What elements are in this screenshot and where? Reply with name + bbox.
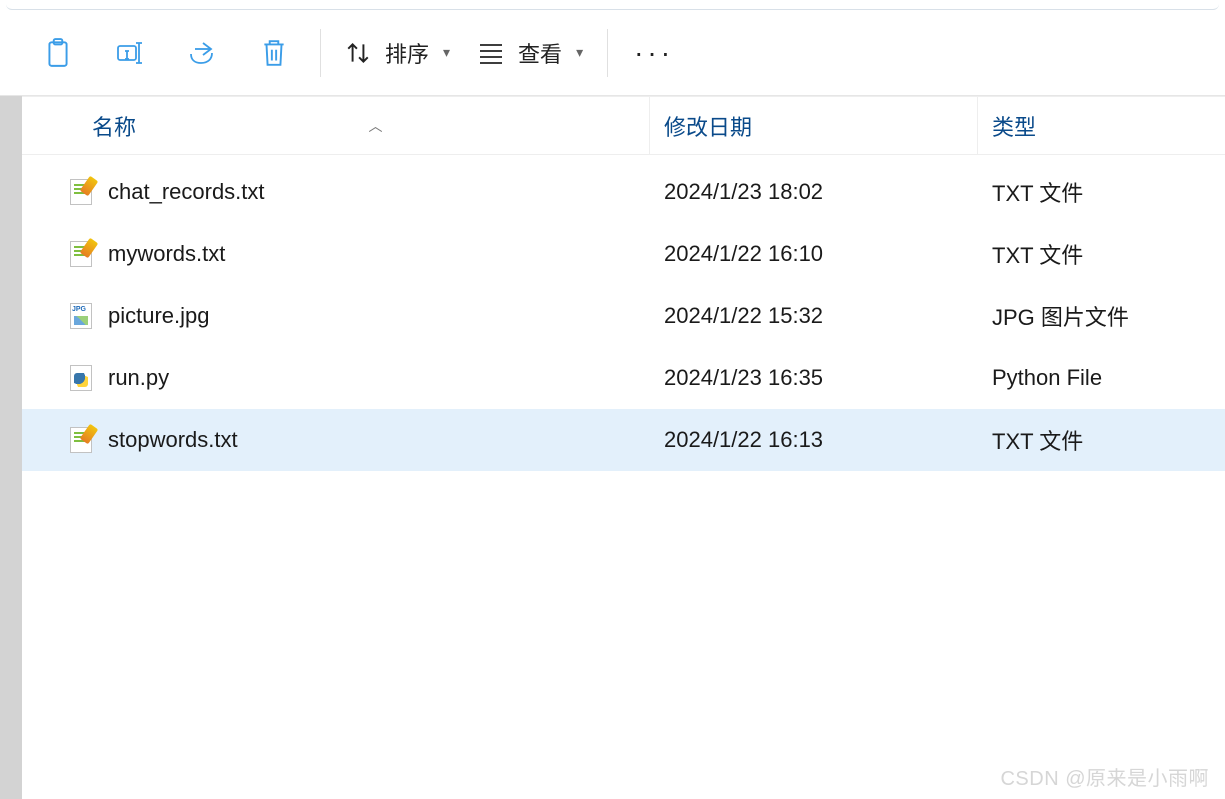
file-name-cell: run.py [68,364,650,392]
sort-ascending-icon: ︿ [369,116,383,136]
toolbar: 排序 ▾ 查看 ▾ ··· [0,10,1225,96]
jpg-file-icon [68,302,94,330]
file-date-cell: 2024/1/22 15:32 [650,303,978,329]
file-name: chat_records.txt [108,179,265,205]
file-date-cell: 2024/1/22 16:13 [650,427,978,453]
file-name-cell: stopwords.txt [68,426,650,454]
file-date-cell: 2024/1/23 18:02 [650,179,978,205]
view-icon [478,42,504,64]
file-type-cell: TXT 文件 [978,176,1225,208]
sort-dropdown[interactable]: 排序 ▾ [331,24,464,82]
txt-file-icon [68,240,94,268]
toolbar-separator [320,29,321,77]
paste-button[interactable] [22,24,94,82]
file-name: picture.jpg [108,303,210,329]
toolbar-separator [607,29,608,77]
column-header-type[interactable]: 类型 [978,97,1225,154]
file-name: stopwords.txt [108,427,238,453]
view-label: 查看 [518,37,562,69]
trash-icon [261,38,287,68]
file-name: mywords.txt [108,241,225,267]
file-name-cell: picture.jpg [68,302,650,330]
py-file-icon [68,364,94,392]
delete-button[interactable] [238,24,310,82]
file-date-cell: 2024/1/23 16:35 [650,365,978,391]
file-row[interactable]: chat_records.txt 2024/1/23 18:02TXT 文件 [22,161,1225,223]
file-type-cell: JPG 图片文件 [978,300,1225,332]
file-type-cell: TXT 文件 [978,238,1225,270]
view-dropdown[interactable]: 查看 ▾ [464,24,597,82]
column-header-date[interactable]: 修改日期 [650,97,978,154]
file-list: chat_records.txt2024/1/23 18:02TXT 文件myw… [22,155,1225,471]
column-type-label: 类型 [992,110,1036,142]
file-pane: 名称 ︿ 修改日期 类型 chat_records.txt 2024/1/23 1… [22,96,1225,799]
file-row[interactable]: stopwords.txt 2024/1/22 16:13TXT 文件 [22,409,1225,471]
more-options-button[interactable]: ··· [618,24,690,82]
file-name-cell: chat_records.txt [68,178,650,206]
watermark: CSDN @原来是小雨啊 [1000,762,1209,791]
share-icon [187,39,217,67]
file-type-cell: Python File [978,365,1225,391]
rename-icon [115,39,145,67]
main-area: 名称 ︿ 修改日期 类型 chat_records.txt 2024/1/23 1… [0,96,1225,799]
chevron-down-icon: ▾ [576,44,583,61]
sort-label: 排序 [385,37,429,69]
file-name-cell: mywords.txt [68,240,650,268]
address-bar-edge [6,0,1219,10]
file-row[interactable]: run.py 2024/1/23 16:35Python File [22,347,1225,409]
file-name: run.py [108,365,169,391]
column-date-label: 修改日期 [664,110,752,142]
chevron-down-icon: ▾ [443,44,450,61]
left-rail[interactable] [0,96,22,799]
share-button[interactable] [166,24,238,82]
column-header-row: 名称 ︿ 修改日期 类型 [22,97,1225,155]
txt-file-icon [68,178,94,206]
file-row[interactable]: picture.jpg 2024/1/22 15:32JPG 图片文件 [22,285,1225,347]
file-row[interactable]: mywords.txt 2024/1/22 16:10TXT 文件 [22,223,1225,285]
ellipsis-icon: ··· [634,37,674,69]
column-header-name[interactable]: 名称 ︿ [68,97,650,154]
sort-icon [345,40,371,66]
clipboard-icon [45,38,71,68]
file-type-cell: TXT 文件 [978,424,1225,456]
rename-button[interactable] [94,24,166,82]
file-date-cell: 2024/1/22 16:10 [650,241,978,267]
txt-file-icon [68,426,94,454]
column-name-label: 名称 [92,110,136,142]
